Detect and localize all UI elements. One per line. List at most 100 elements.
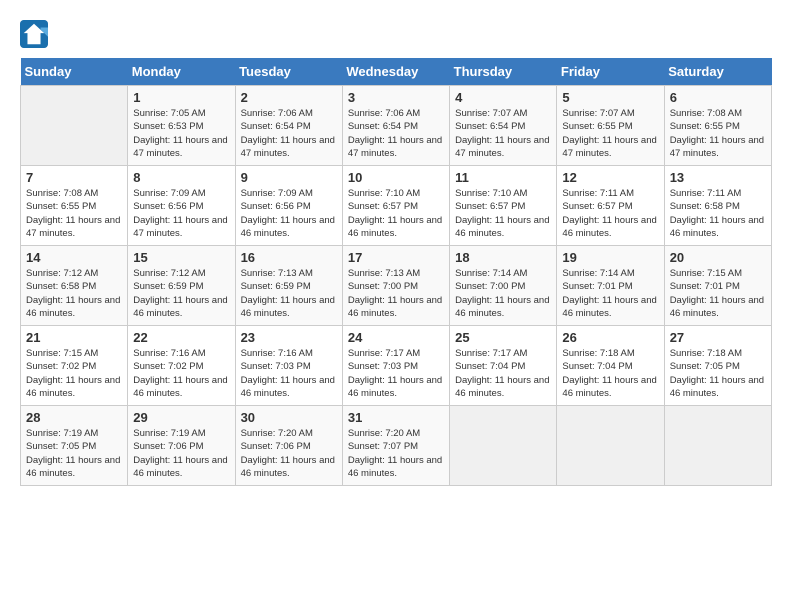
header-day-monday: Monday (128, 58, 235, 86)
day-info: Sunrise: 7:08 AMSunset: 6:55 PMDaylight:… (670, 107, 766, 160)
day-info: Sunrise: 7:13 AMSunset: 6:59 PMDaylight:… (241, 267, 337, 320)
day-info: Sunrise: 7:15 AMSunset: 7:02 PMDaylight:… (26, 347, 122, 400)
day-number: 18 (455, 250, 551, 265)
calendar-cell: 29 Sunrise: 7:19 AMSunset: 7:06 PMDayligh… (128, 406, 235, 486)
calendar-week-row: 21 Sunrise: 7:15 AMSunset: 7:02 PMDayligh… (21, 326, 772, 406)
calendar-cell: 31 Sunrise: 7:20 AMSunset: 7:07 PMDayligh… (342, 406, 449, 486)
day-number: 13 (670, 170, 766, 185)
day-number: 9 (241, 170, 337, 185)
day-info: Sunrise: 7:18 AMSunset: 7:04 PMDaylight:… (562, 347, 658, 400)
calendar-cell: 12 Sunrise: 7:11 AMSunset: 6:57 PMDayligh… (557, 166, 664, 246)
day-number: 7 (26, 170, 122, 185)
calendar-table: SundayMondayTuesdayWednesdayThursdayFrid… (20, 58, 772, 486)
calendar-cell: 4 Sunrise: 7:07 AMSunset: 6:54 PMDaylight… (450, 86, 557, 166)
calendar-cell: 1Sunrise: 7:05 AMSunset: 6:53 PMDaylight… (128, 86, 235, 166)
day-info: Sunrise: 7:07 AMSunset: 6:55 PMDaylight:… (562, 107, 658, 160)
day-number: 20 (670, 250, 766, 265)
calendar-cell: 8 Sunrise: 7:09 AMSunset: 6:56 PMDaylight… (128, 166, 235, 246)
calendar-cell: 24 Sunrise: 7:17 AMSunset: 7:03 PMDayligh… (342, 326, 449, 406)
day-info: Sunrise: 7:14 AMSunset: 7:00 PMDaylight:… (455, 267, 551, 320)
calendar-cell: 22 Sunrise: 7:16 AMSunset: 7:02 PMDayligh… (128, 326, 235, 406)
day-number: 31 (348, 410, 444, 425)
day-number: 30 (241, 410, 337, 425)
day-number: 12 (562, 170, 658, 185)
day-number: 23 (241, 330, 337, 345)
day-info: Sunrise: 7:20 AMSunset: 7:06 PMDaylight:… (241, 427, 337, 480)
calendar-cell: 30 Sunrise: 7:20 AMSunset: 7:06 PMDayligh… (235, 406, 342, 486)
day-number: 19 (562, 250, 658, 265)
calendar-cell: 13 Sunrise: 7:11 AMSunset: 6:58 PMDayligh… (664, 166, 771, 246)
day-number: 6 (670, 90, 766, 105)
day-info: Sunrise: 7:10 AMSunset: 6:57 PMDaylight:… (455, 187, 551, 240)
calendar-cell: 7 Sunrise: 7:08 AMSunset: 6:55 PMDaylight… (21, 166, 128, 246)
day-info: Sunrise: 7:17 AMSunset: 7:03 PMDaylight:… (348, 347, 444, 400)
calendar-cell (664, 406, 771, 486)
calendar-cell (21, 86, 128, 166)
calendar-week-row: 1Sunrise: 7:05 AMSunset: 6:53 PMDaylight… (21, 86, 772, 166)
day-info: Sunrise: 7:16 AMSunset: 7:02 PMDaylight:… (133, 347, 229, 400)
calendar-cell: 23 Sunrise: 7:16 AMSunset: 7:03 PMDayligh… (235, 326, 342, 406)
day-info: Sunrise: 7:12 AMSunset: 6:58 PMDaylight:… (26, 267, 122, 320)
calendar-cell: 25 Sunrise: 7:17 AMSunset: 7:04 PMDayligh… (450, 326, 557, 406)
day-number: 14 (26, 250, 122, 265)
header-day-sunday: Sunday (21, 58, 128, 86)
day-info: Sunrise: 7:15 AMSunset: 7:01 PMDaylight:… (670, 267, 766, 320)
calendar-cell: 14 Sunrise: 7:12 AMSunset: 6:58 PMDayligh… (21, 246, 128, 326)
day-info: Sunrise: 7:11 AMSunset: 6:58 PMDaylight:… (670, 187, 766, 240)
calendar-cell: 9 Sunrise: 7:09 AMSunset: 6:56 PMDaylight… (235, 166, 342, 246)
calendar-cell: 20 Sunrise: 7:15 AMSunset: 7:01 PMDayligh… (664, 246, 771, 326)
header-day-thursday: Thursday (450, 58, 557, 86)
calendar-header-row: SundayMondayTuesdayWednesdayThursdayFrid… (21, 58, 772, 86)
calendar-cell: 6 Sunrise: 7:08 AMSunset: 6:55 PMDaylight… (664, 86, 771, 166)
day-info: Sunrise: 7:11 AMSunset: 6:57 PMDaylight:… (562, 187, 658, 240)
day-number: 22 (133, 330, 229, 345)
day-number: 16 (241, 250, 337, 265)
day-info: Sunrise: 7:07 AMSunset: 6:54 PMDaylight:… (455, 107, 551, 160)
day-info: Sunrise: 7:09 AMSunset: 6:56 PMDaylight:… (241, 187, 337, 240)
day-number: 25 (455, 330, 551, 345)
day-number: 3 (348, 90, 444, 105)
calendar-cell: 18 Sunrise: 7:14 AMSunset: 7:00 PMDayligh… (450, 246, 557, 326)
day-info: Sunrise: 7:17 AMSunset: 7:04 PMDaylight:… (455, 347, 551, 400)
day-number: 15 (133, 250, 229, 265)
logo (20, 20, 52, 48)
day-info: Sunrise: 7:05 AMSunset: 6:53 PMDaylight:… (133, 107, 229, 160)
day-info: Sunrise: 7:08 AMSunset: 6:55 PMDaylight:… (26, 187, 122, 240)
day-number: 2 (241, 90, 337, 105)
calendar-cell: 28 Sunrise: 7:19 AMSunset: 7:05 PMDayligh… (21, 406, 128, 486)
header-day-saturday: Saturday (664, 58, 771, 86)
calendar-cell (557, 406, 664, 486)
day-info: Sunrise: 7:09 AMSunset: 6:56 PMDaylight:… (133, 187, 229, 240)
day-number: 28 (26, 410, 122, 425)
calendar-week-row: 14 Sunrise: 7:12 AMSunset: 6:58 PMDayligh… (21, 246, 772, 326)
day-info: Sunrise: 7:12 AMSunset: 6:59 PMDaylight:… (133, 267, 229, 320)
calendar-cell: 11 Sunrise: 7:10 AMSunset: 6:57 PMDayligh… (450, 166, 557, 246)
day-info: Sunrise: 7:18 AMSunset: 7:05 PMDaylight:… (670, 347, 766, 400)
day-number: 29 (133, 410, 229, 425)
day-info: Sunrise: 7:19 AMSunset: 7:06 PMDaylight:… (133, 427, 229, 480)
day-info: Sunrise: 7:16 AMSunset: 7:03 PMDaylight:… (241, 347, 337, 400)
header-day-tuesday: Tuesday (235, 58, 342, 86)
logo-icon (20, 20, 48, 48)
day-info: Sunrise: 7:14 AMSunset: 7:01 PMDaylight:… (562, 267, 658, 320)
day-info: Sunrise: 7:06 AMSunset: 6:54 PMDaylight:… (241, 107, 337, 160)
calendar-cell: 26Sunrise: 7:18 AMSunset: 7:04 PMDayligh… (557, 326, 664, 406)
day-info: Sunrise: 7:13 AMSunset: 7:00 PMDaylight:… (348, 267, 444, 320)
calendar-week-row: 7 Sunrise: 7:08 AMSunset: 6:55 PMDaylight… (21, 166, 772, 246)
day-number: 21 (26, 330, 122, 345)
calendar-cell: 2 Sunrise: 7:06 AMSunset: 6:54 PMDaylight… (235, 86, 342, 166)
day-number: 5 (562, 90, 658, 105)
day-number: 8 (133, 170, 229, 185)
day-number: 17 (348, 250, 444, 265)
day-number: 11 (455, 170, 551, 185)
calendar-cell: 21 Sunrise: 7:15 AMSunset: 7:02 PMDayligh… (21, 326, 128, 406)
day-number: 10 (348, 170, 444, 185)
day-info: Sunrise: 7:20 AMSunset: 7:07 PMDaylight:… (348, 427, 444, 480)
calendar-week-row: 28 Sunrise: 7:19 AMSunset: 7:05 PMDayligh… (21, 406, 772, 486)
day-info: Sunrise: 7:10 AMSunset: 6:57 PMDaylight:… (348, 187, 444, 240)
day-info: Sunrise: 7:19 AMSunset: 7:05 PMDaylight:… (26, 427, 122, 480)
calendar-cell: 3Sunrise: 7:06 AMSunset: 6:54 PMDaylight… (342, 86, 449, 166)
header-day-wednesday: Wednesday (342, 58, 449, 86)
day-number: 24 (348, 330, 444, 345)
day-number: 4 (455, 90, 551, 105)
